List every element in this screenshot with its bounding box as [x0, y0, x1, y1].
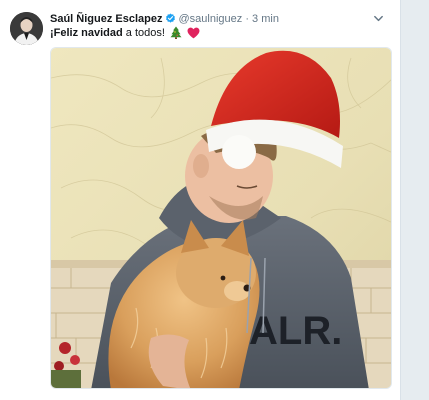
author-name[interactable]: Saúl Ñiguez Esclapez [50, 13, 162, 25]
avatar-photo [10, 12, 43, 45]
christmas-tree-icon [170, 26, 182, 43]
chevron-down-icon[interactable] [373, 13, 384, 28]
tweet-text-rest: a todos! [122, 27, 165, 39]
tweet-photo[interactable]: ALR. [50, 47, 392, 389]
avatar[interactable] [10, 12, 43, 45]
tweet-card[interactable]: Saúl Ñiguez Esclapez @saulniguez · 3 min … [0, 0, 401, 400]
header-separator: · [245, 13, 249, 25]
tweet-text: ¡Feliz navidad a todos! [50, 26, 200, 43]
tweet-text-bold: ¡Feliz navidad [50, 27, 123, 39]
author-handle[interactable]: @saulniguez [178, 13, 242, 25]
red-heart-icon [187, 27, 200, 43]
timeline-background: Saúl Ñiguez Esclapez @saulniguez · 3 min … [0, 0, 429, 400]
photo-santa-hat-dog: ALR. [51, 48, 391, 388]
tweet-timestamp[interactable]: 3 min [252, 13, 279, 25]
